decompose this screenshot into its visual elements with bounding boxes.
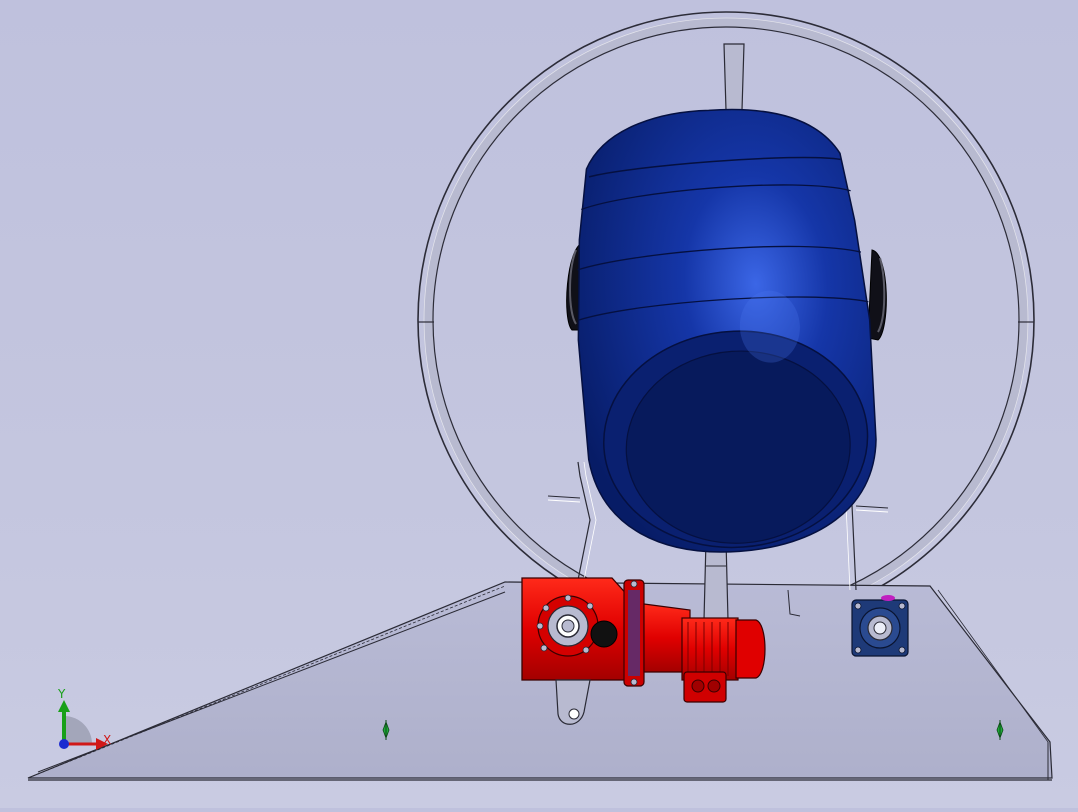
top-bracket[interactable] <box>723 43 745 111</box>
model-view[interactable]: Y X <box>0 0 1078 808</box>
triad-y-label: Y <box>57 687 66 701</box>
bearing-block[interactable] <box>851 595 909 657</box>
coordinate-triad-icon[interactable]: Y X <box>57 687 111 750</box>
cad-viewport[interactable]: Y X <box>0 0 1078 808</box>
motor-flange[interactable] <box>623 579 645 687</box>
triad-x-label: X <box>103 733 111 747</box>
blue-tank[interactable] <box>563 100 885 562</box>
